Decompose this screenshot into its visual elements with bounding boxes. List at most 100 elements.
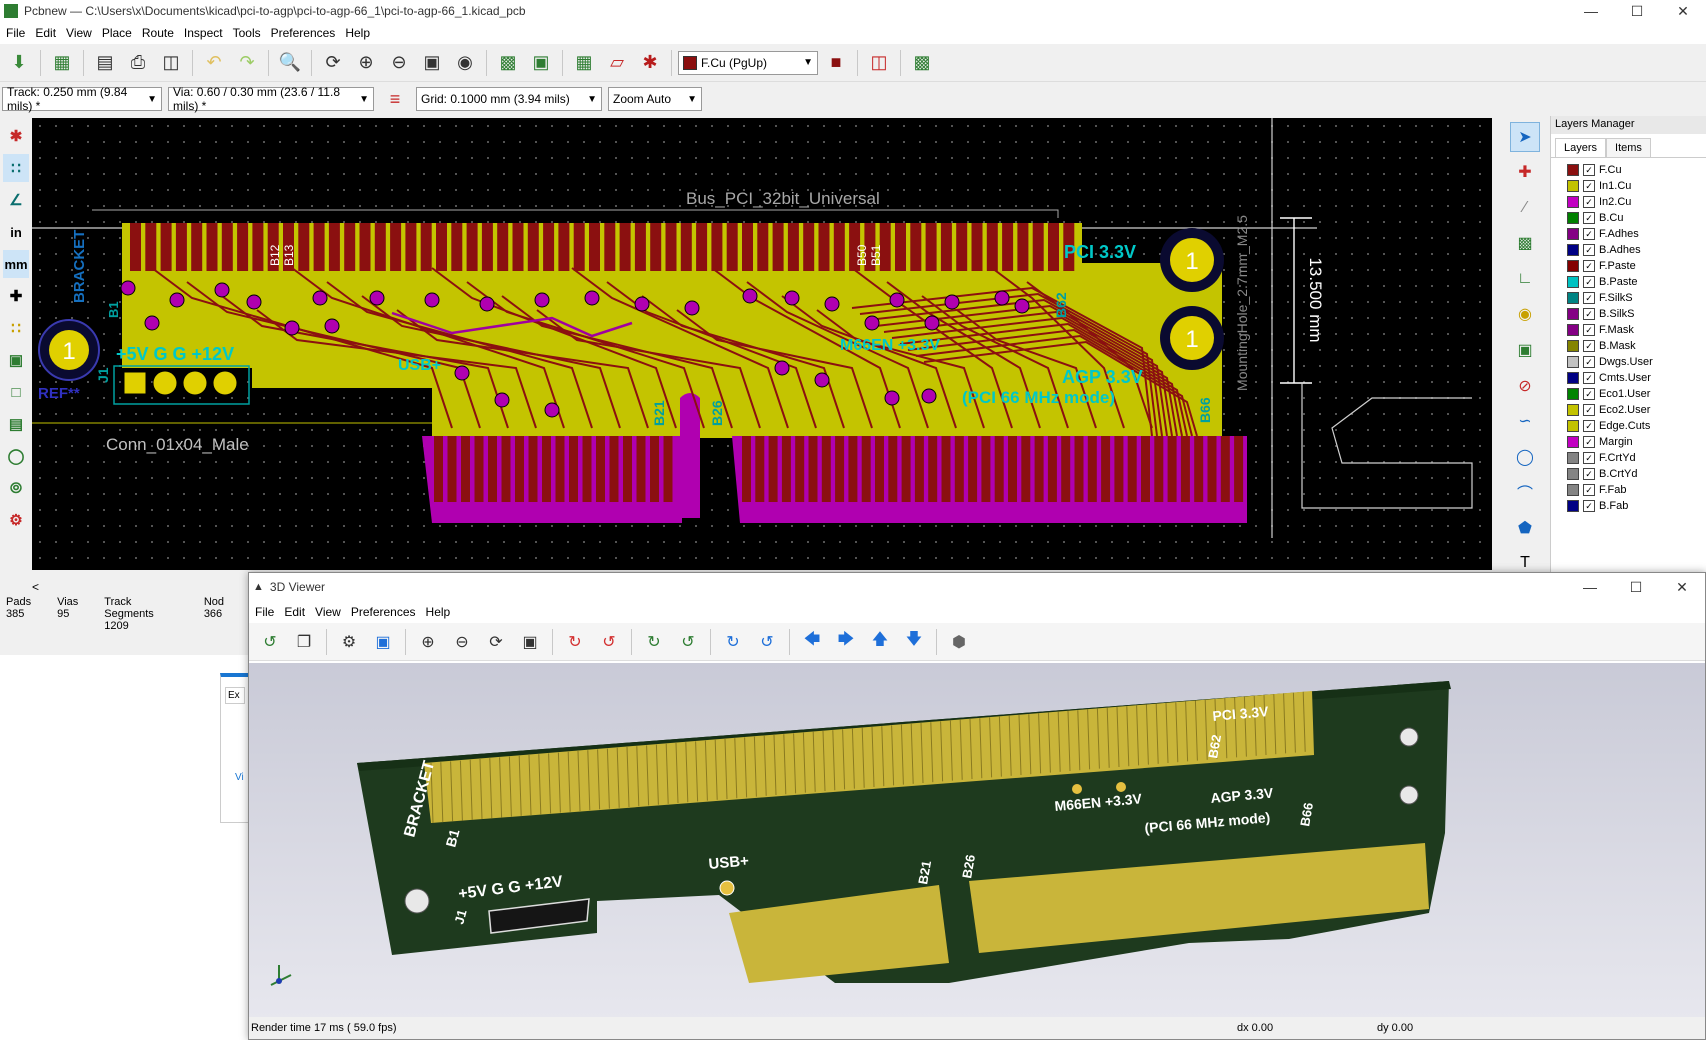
layer-color-swatch[interactable] [1567, 340, 1579, 352]
add-polygon-icon[interactable]: ⬟ [1510, 513, 1540, 543]
vias-sketch-icon[interactable]: ◯ [3, 442, 29, 470]
menu-help[interactable]: Help [341, 26, 376, 40]
tracks-sketch-icon[interactable]: ⦾ [3, 474, 29, 502]
layer-row[interactable]: ✓ F.Adhes [1551, 226, 1706, 242]
rotate-x-cw-icon[interactable]: ↻ [560, 627, 590, 657]
minimize-icon[interactable]: — [1567, 579, 1613, 596]
zoom-out-icon[interactable]: ⊖ [384, 48, 414, 78]
layer-color-swatch[interactable] [1567, 468, 1579, 480]
page-settings-icon[interactable]: ▤ [90, 48, 120, 78]
zoom-fit-icon[interactable]: ▣ [515, 627, 545, 657]
layer-visibility-checkbox[interactable]: ✓ [1583, 196, 1595, 208]
highlight-net-icon[interactable]: ✚ [1510, 158, 1540, 188]
layer-visibility-checkbox[interactable]: ✓ [1583, 436, 1595, 448]
grid-select[interactable]: Grid: 0.1000 mm (3.94 mils) ▼ [416, 87, 602, 111]
via-size-select[interactable]: Via: 0.60 / 0.30 mm (23.6 / 11.8 mils) *… [168, 85, 374, 113]
layer-visibility-checkbox[interactable]: ✓ [1583, 244, 1595, 256]
tab-layers[interactable]: Layers [1555, 138, 1607, 157]
layer-color-swatch[interactable] [1567, 164, 1579, 176]
copy-image-icon[interactable]: ❐ [289, 627, 319, 657]
add-zone-icon[interactable]: ▣ [1510, 335, 1540, 365]
layer-visibility-checkbox[interactable]: ✓ [1583, 180, 1595, 192]
layer-row[interactable]: ✓ B.Paste [1551, 274, 1706, 290]
rotate-z-cw-icon[interactable]: ↻ [718, 627, 748, 657]
zoom-in-icon[interactable]: ⊕ [351, 48, 381, 78]
layer-visibility-checkbox[interactable]: ✓ [1583, 228, 1595, 240]
layer-color-swatch[interactable] [1567, 308, 1579, 320]
layer-visibility-checkbox[interactable]: ✓ [1583, 452, 1595, 464]
find-icon[interactable]: 🔍 [275, 48, 305, 78]
layer-row[interactable]: ✓ Eco1.User [1551, 386, 1706, 402]
layer-color-swatch[interactable] [1567, 452, 1579, 464]
undo-icon[interactable]: ↶ [199, 48, 229, 78]
layer-visibility-checkbox[interactable]: ✓ [1583, 260, 1595, 272]
layer-color-swatch[interactable] [1567, 180, 1579, 192]
layer-visibility-checkbox[interactable]: ✓ [1583, 276, 1595, 288]
layer-color-swatch[interactable] [1567, 484, 1579, 496]
ortho-view-icon[interactable]: ⬢ [944, 627, 974, 657]
zoom-fit-icon[interactable]: ▣ [417, 48, 447, 78]
autoplace-icon[interactable]: ◫ [864, 48, 894, 78]
layer-visibility-checkbox[interactable]: ✓ [1583, 292, 1595, 304]
plot-icon[interactable]: ◫ [156, 48, 186, 78]
layer-color-swatch[interactable] [1567, 388, 1579, 400]
viewer3d-canvas[interactable]: BRACKET B1 +5V G G +12V J1 USB+ B21 B26 … [249, 663, 1705, 1019]
layer-color-swatch[interactable] [1567, 276, 1579, 288]
layer-row[interactable]: ✓ B.SilkS [1551, 306, 1706, 322]
netlist-icon[interactable]: ▦ [569, 48, 599, 78]
move-left-icon[interactable]: 🡄 [797, 627, 827, 657]
layer-color-swatch[interactable] [1567, 212, 1579, 224]
scroll-left-icon[interactable]: < [32, 580, 39, 594]
minimize-icon[interactable]: — [1568, 3, 1614, 20]
layer-row[interactable]: ✓ Edge.Cuts [1551, 418, 1706, 434]
rotate-z-ccw-icon[interactable]: ↺ [752, 627, 782, 657]
layer-color-swatch[interactable] [1567, 228, 1579, 240]
units-mm-button[interactable]: mm [3, 250, 29, 278]
maximize-icon[interactable]: ☐ [1613, 579, 1659, 596]
local-ratsnest-icon[interactable]: ∕ [1510, 193, 1540, 223]
rotate-y-ccw-icon[interactable]: ↺ [673, 627, 703, 657]
layer-row[interactable]: ✓ In1.Cu [1551, 178, 1706, 194]
layer-color-swatch[interactable] [1567, 324, 1579, 336]
layer-color-swatch[interactable] [1567, 260, 1579, 272]
zoom-in-icon[interactable]: ⊕ [413, 627, 443, 657]
layer-visibility-checkbox[interactable]: ✓ [1583, 308, 1595, 320]
layer-row[interactable]: ✓ F.Mask [1551, 322, 1706, 338]
scripting-console-icon[interactable]: ▩ [907, 48, 937, 78]
layer-visibility-checkbox[interactable]: ✓ [1583, 420, 1595, 432]
units-inch-button[interactable]: in [3, 218, 29, 246]
menu-edit[interactable]: Edit [280, 605, 311, 619]
refresh-icon[interactable]: ⟳ [481, 627, 511, 657]
layer-row[interactable]: ✓ Eco2.User [1551, 402, 1706, 418]
grid-toggle-icon[interactable]: ∷ [3, 154, 29, 182]
layer-color-swatch[interactable] [1567, 420, 1579, 432]
layer-visibility-checkbox[interactable]: ✓ [1583, 468, 1595, 480]
layer-row[interactable]: ✓ Dwgs.User [1551, 354, 1706, 370]
refresh-icon[interactable]: ⟳ [318, 48, 348, 78]
move-up-icon[interactable]: 🡅 [865, 627, 895, 657]
pcb-canvas[interactable]: 1 1 1 13.500 mm MountingHole_2.7mm_M2.5 … [32, 118, 1492, 570]
layer-pair-icon[interactable]: ■ [821, 48, 851, 78]
reload-board-icon[interactable]: ↺ [255, 627, 285, 657]
close-icon[interactable]: ✕ [1660, 3, 1706, 20]
layer-color-swatch[interactable] [1567, 356, 1579, 368]
layer-selector[interactable]: F.Cu (PgUp) ▼ [678, 50, 818, 75]
zoom-out-icon[interactable]: ⊖ [447, 627, 477, 657]
menu-preferences[interactable]: Preferences [347, 605, 422, 619]
layer-row[interactable]: ✓ F.Cu [1551, 162, 1706, 178]
layer-color-swatch[interactable] [1567, 196, 1579, 208]
layer-row[interactable]: ✓ F.SilkS [1551, 290, 1706, 306]
polar-coords-icon[interactable]: ∠ [3, 186, 29, 214]
menu-preferences[interactable]: Preferences [267, 26, 342, 40]
menu-view[interactable]: View [311, 605, 347, 619]
print-icon[interactable]: ⎙ [123, 48, 153, 78]
layer-row[interactable]: ✓ B.Cu [1551, 210, 1706, 226]
rotate-x-ccw-icon[interactable]: ↺ [594, 627, 624, 657]
layer-row[interactable]: ✓ In2.Cu [1551, 194, 1706, 210]
add-footprint-icon[interactable]: ▩ [1510, 229, 1540, 259]
layer-color-swatch[interactable] [1567, 436, 1579, 448]
layer-visibility-checkbox[interactable]: ✓ [1583, 340, 1595, 352]
zone-fill-icon[interactable]: ▣ [3, 346, 29, 374]
ratsnest-icon[interactable]: ∷ [3, 314, 29, 342]
layer-visibility-checkbox[interactable]: ✓ [1583, 324, 1595, 336]
